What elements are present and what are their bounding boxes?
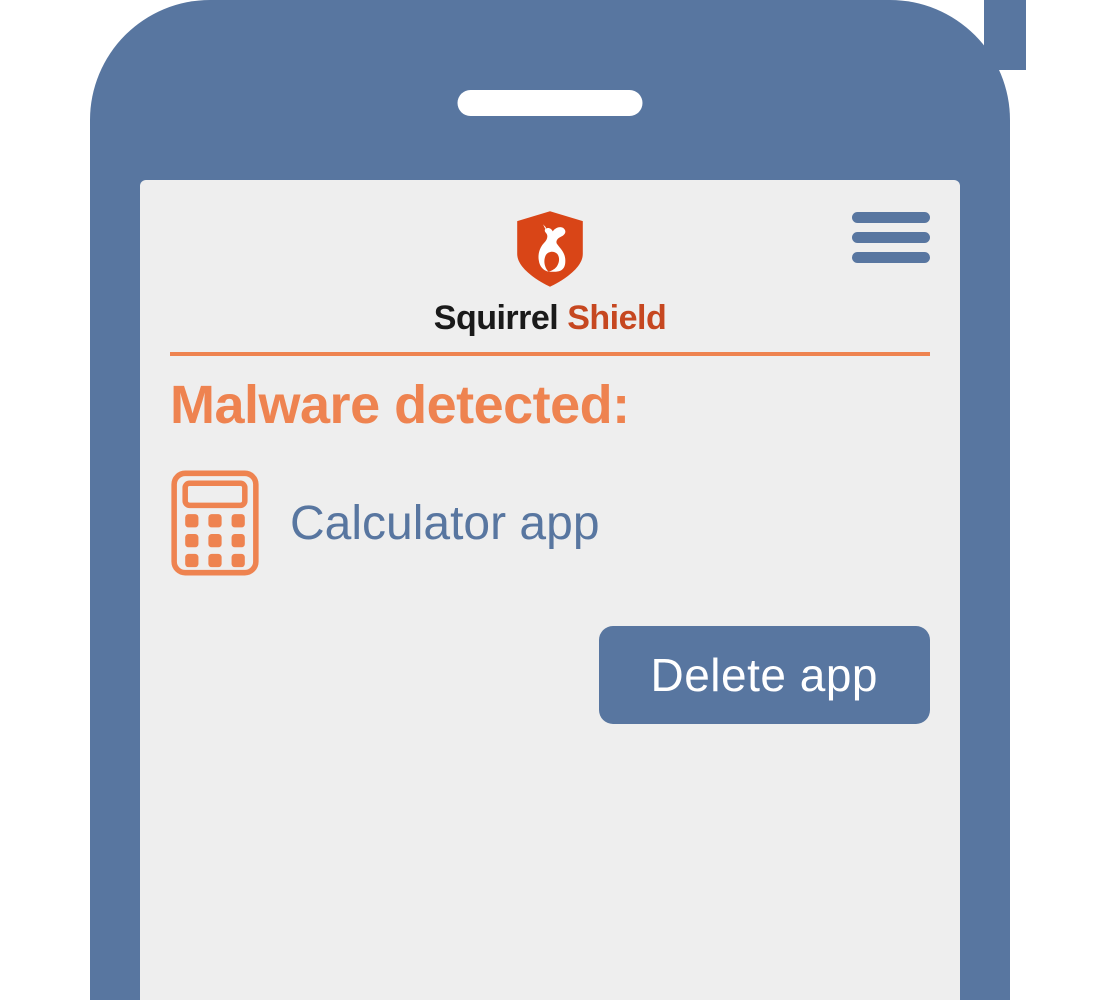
phone-power-button [984,0,1026,70]
calculator-icon [170,470,260,576]
phone-frame: Squirrel Shield Malware detected: [90,0,1010,1000]
menu-icon[interactable] [852,212,930,263]
shield-icon [509,208,591,290]
header-divider [170,352,930,356]
detected-item-name: Calculator app [290,496,600,551]
app-title-part2: Shield [567,299,666,337]
delete-app-button[interactable]: Delete app [599,626,931,724]
app-title-part1: Squirrel [434,299,558,337]
detected-item: Calculator app [170,470,930,576]
app-screen: Squirrel Shield Malware detected: [140,180,960,1000]
app-logo: Squirrel Shield [434,208,666,338]
app-header: Squirrel Shield [170,208,930,352]
alert-heading: Malware detected: [170,374,930,436]
app-title: Squirrel Shield [434,299,666,338]
phone-speaker [458,90,643,116]
